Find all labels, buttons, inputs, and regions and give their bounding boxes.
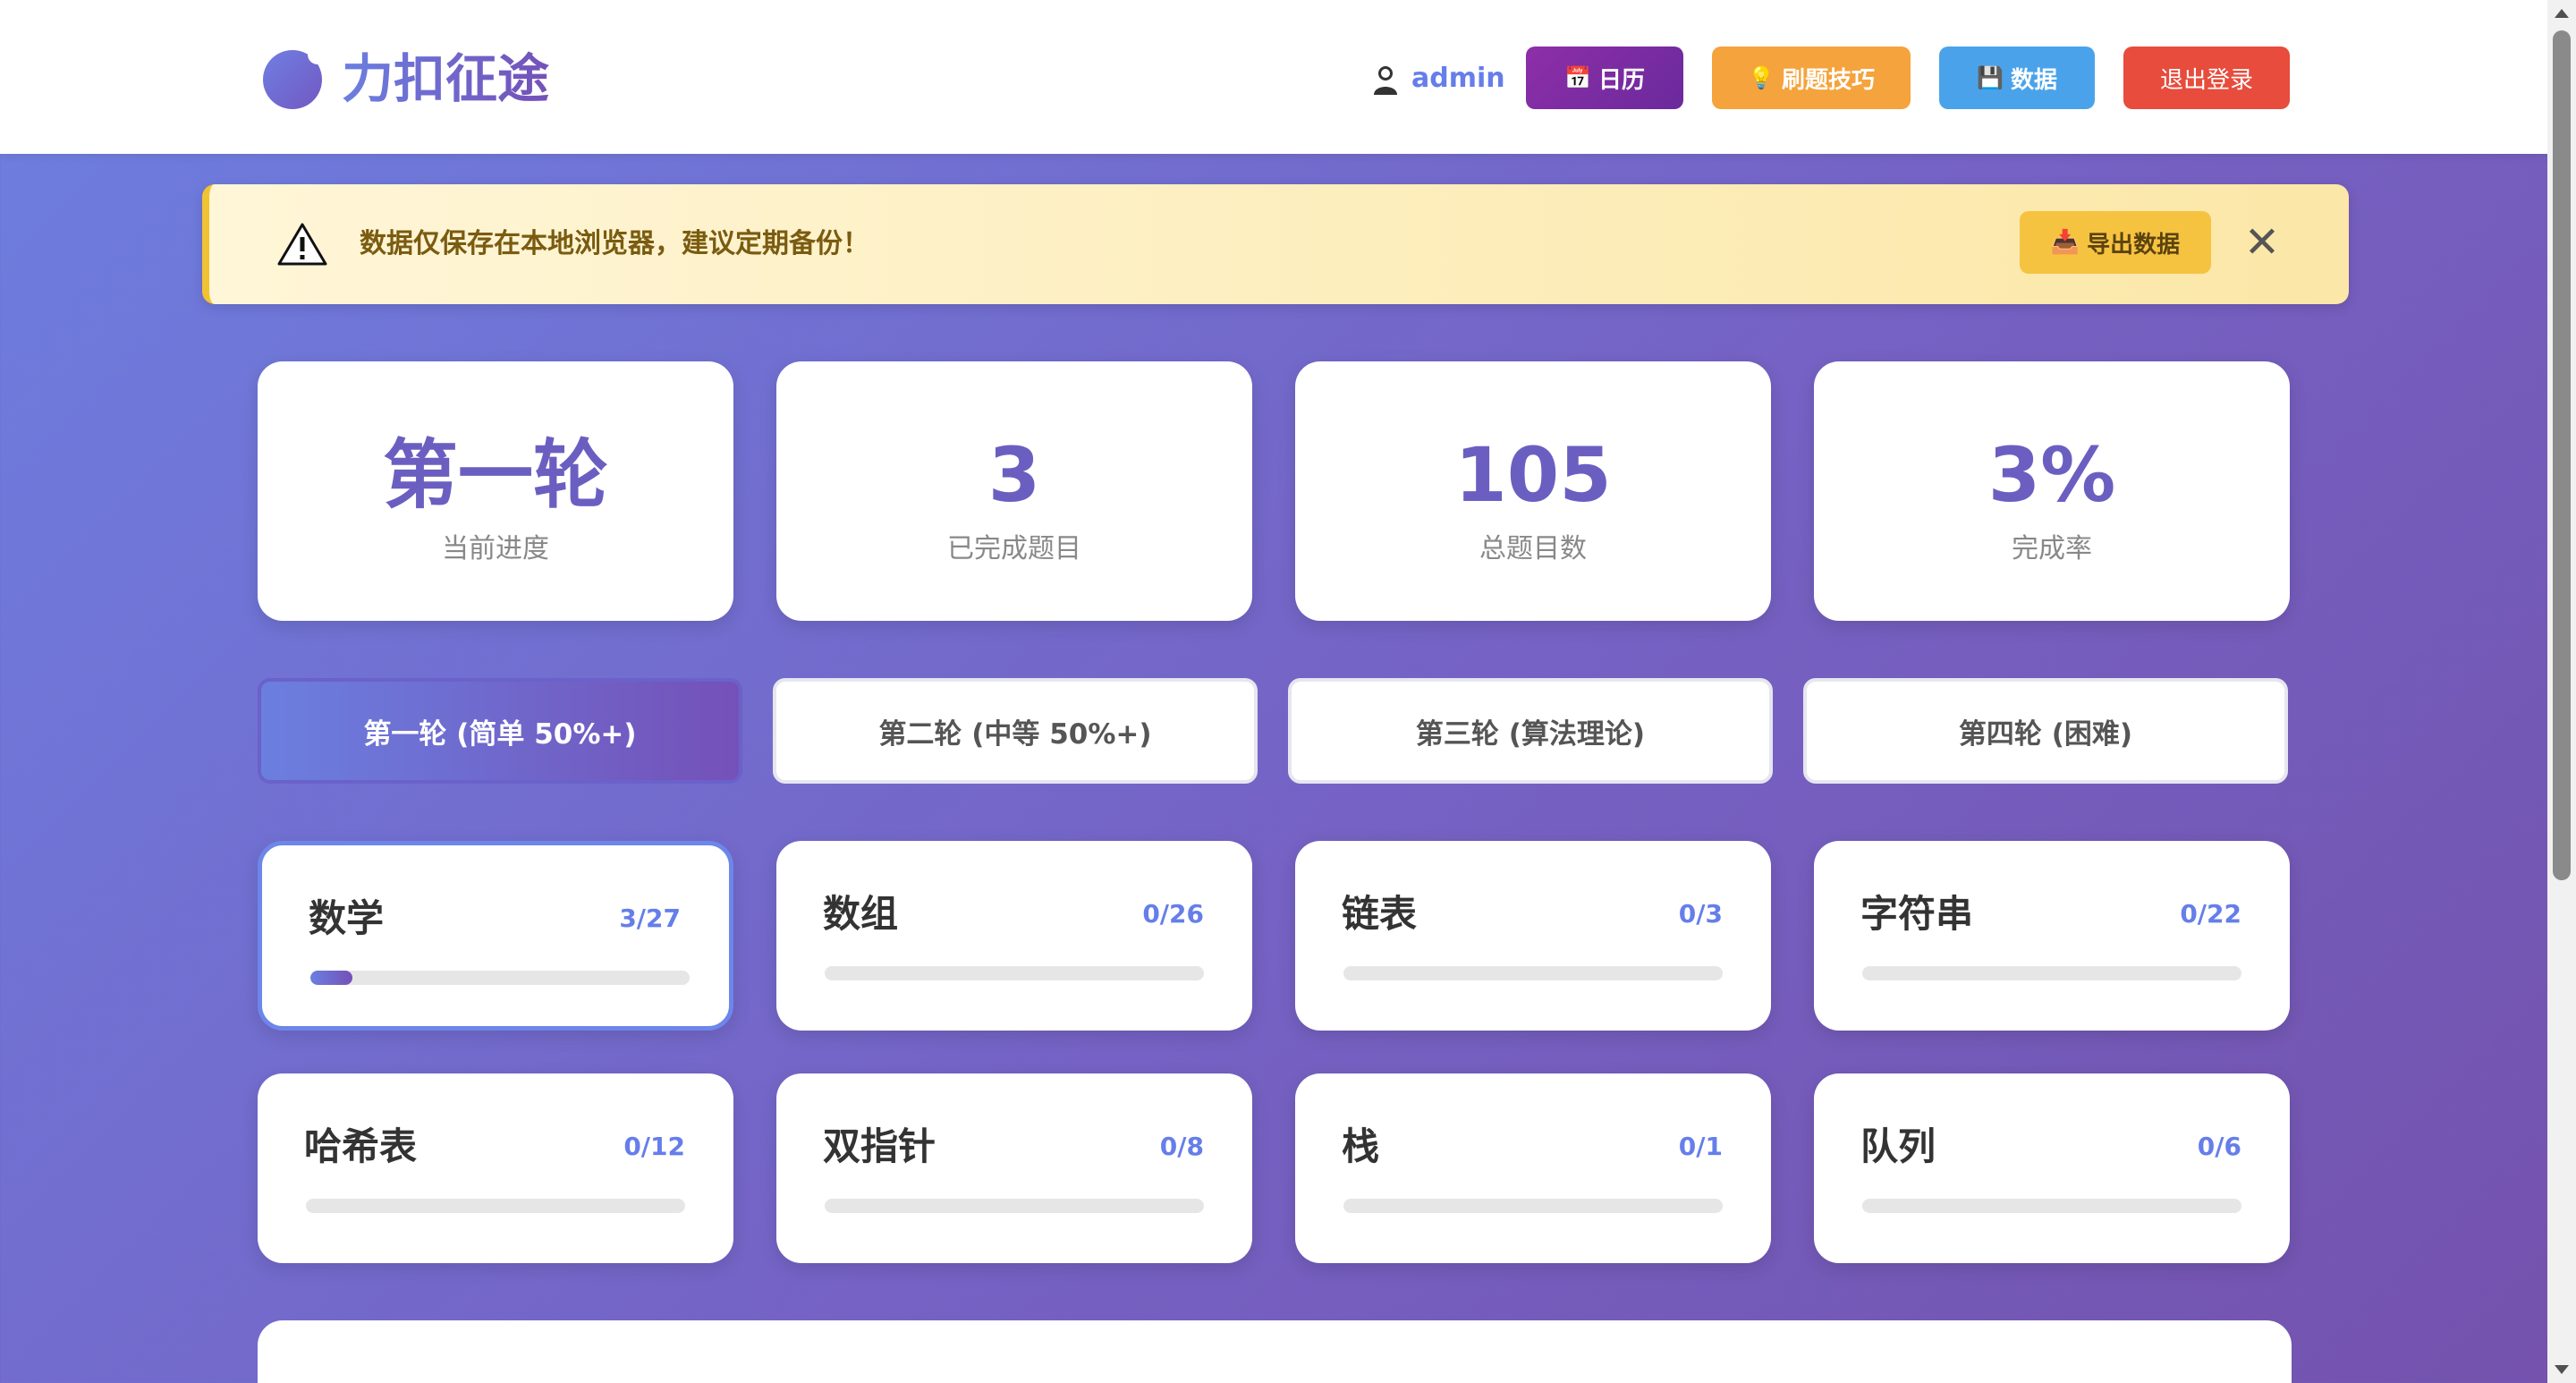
banner-message: 数据仅保存在本地浏览器，建议定期备份！ bbox=[360, 228, 869, 259]
scroll-thumb[interactable] bbox=[2553, 30, 2571, 880]
stat-value: 3% bbox=[1987, 431, 2116, 519]
progress-bar bbox=[1343, 966, 1723, 980]
category-name: 哈希表 bbox=[304, 1124, 418, 1168]
progress-bar bbox=[1862, 966, 2241, 980]
tab-round-2[interactable]: 第二轮 (中等 50%+) bbox=[773, 678, 1258, 784]
tab-round-1[interactable]: 第一轮 (简单 50%+) bbox=[258, 678, 742, 784]
stat-card-total: 105 总题目数 bbox=[1295, 361, 1771, 621]
username[interactable]: admin bbox=[1411, 61, 1505, 97]
logout-button[interactable]: 退出登录 bbox=[2123, 47, 2290, 109]
category-count: 0/8 bbox=[1159, 1132, 1204, 1161]
tab-round-3[interactable]: 第三轮 (算法理论) bbox=[1288, 678, 1773, 784]
category-count: 0/26 bbox=[1142, 899, 1204, 929]
inbox-tray-icon: 📥 bbox=[2050, 229, 2080, 256]
lightbulb-icon: 💡 bbox=[1748, 65, 1775, 90]
stat-label: 总题目数 bbox=[1479, 533, 1587, 564]
data-button[interactable]: 💾 数据 bbox=[1939, 47, 2095, 109]
category-count: 0/22 bbox=[2180, 899, 2241, 929]
category-name: 双指针 bbox=[823, 1124, 936, 1168]
calendar-button-label: 日历 bbox=[1597, 66, 1645, 94]
data-button-label: 数据 bbox=[2010, 66, 2057, 94]
floppy-disk-icon: 💾 bbox=[1977, 65, 2004, 90]
category-card-string[interactable]: 字符串 0/22 bbox=[1814, 841, 2290, 1031]
category-count: 0/3 bbox=[1678, 899, 1723, 929]
stat-card-completed: 3 已完成题目 bbox=[776, 361, 1252, 621]
progress-bar bbox=[1343, 1199, 1723, 1213]
tips-button-label: 刷题技巧 bbox=[1781, 66, 1875, 94]
progress-bar bbox=[306, 1199, 685, 1213]
stat-value: 第一轮 bbox=[382, 431, 608, 519]
category-count: 3/27 bbox=[619, 904, 681, 933]
tips-button[interactable]: 💡 刷题技巧 bbox=[1712, 47, 1911, 109]
app-title: 力扣征途 bbox=[342, 43, 549, 115]
progress-fill bbox=[310, 971, 353, 985]
page-scrollbar[interactable] bbox=[2547, 0, 2576, 1383]
category-name: 队列 bbox=[1860, 1124, 1936, 1168]
stat-label: 当前进度 bbox=[442, 533, 549, 564]
category-card-queue[interactable]: 队列 0/6 bbox=[1814, 1073, 2290, 1263]
category-name: 栈 bbox=[1342, 1124, 1380, 1168]
stat-card-rate: 3% 完成率 bbox=[1814, 361, 2290, 621]
category-count: 0/1 bbox=[1678, 1132, 1723, 1161]
tab-round-4[interactable]: 第四轮 (困难) bbox=[1803, 678, 2288, 784]
category-card-linked-list[interactable]: 链表 0/3 bbox=[1295, 841, 1771, 1031]
calendar-button[interactable]: 📅 日历 bbox=[1526, 47, 1683, 109]
export-data-button[interactable]: 📥 导出数据 bbox=[2020, 211, 2211, 274]
close-icon[interactable]: ✕ bbox=[2240, 220, 2284, 265]
warning-triangle-icon bbox=[277, 223, 327, 266]
stat-card-progress: 第一轮 当前进度 bbox=[258, 361, 733, 621]
stat-label: 完成率 bbox=[2012, 533, 2092, 564]
progress-bar bbox=[1862, 1199, 2241, 1213]
top-header: 力扣征途 admin 📅 日历 💡 刷题技巧 💾 数据 退出登录 bbox=[0, 0, 2547, 154]
category-count: 0/6 bbox=[2197, 1132, 2241, 1161]
backup-warning-banner: 数据仅保存在本地浏览器，建议定期备份！ 📥 导出数据 ✕ bbox=[202, 184, 2349, 304]
scroll-down-arrow-icon[interactable] bbox=[2555, 1365, 2569, 1374]
user-icon bbox=[1374, 66, 1397, 95]
logout-button-label: 退出登录 bbox=[2159, 66, 2253, 94]
scroll-up-arrow-icon[interactable] bbox=[2555, 9, 2569, 18]
stat-value: 105 bbox=[1454, 431, 1612, 519]
category-card-hash-table[interactable]: 哈希表 0/12 bbox=[258, 1073, 733, 1263]
export-button-label: 导出数据 bbox=[2087, 231, 2181, 259]
stat-label: 已完成题目 bbox=[947, 533, 1081, 564]
progress-bar bbox=[825, 966, 1204, 980]
category-name: 字符串 bbox=[1860, 892, 1974, 936]
category-name: 数学 bbox=[309, 896, 385, 940]
category-card-math[interactable]: 数学 3/27 bbox=[258, 841, 733, 1031]
category-card-stack[interactable]: 栈 0/1 bbox=[1295, 1073, 1771, 1263]
category-name: 链表 bbox=[1342, 892, 1418, 936]
content-panel bbox=[258, 1320, 2292, 1383]
category-card-two-pointers[interactable]: 双指针 0/8 bbox=[776, 1073, 1252, 1263]
category-count: 0/12 bbox=[623, 1132, 685, 1161]
progress-bar bbox=[825, 1199, 1204, 1213]
category-card-array[interactable]: 数组 0/26 bbox=[776, 841, 1252, 1031]
stat-value: 3 bbox=[987, 431, 1041, 519]
logo-icon bbox=[263, 45, 327, 109]
category-name: 数组 bbox=[823, 892, 899, 936]
calendar-icon: 📅 bbox=[1564, 65, 1591, 90]
progress-bar bbox=[310, 971, 690, 985]
